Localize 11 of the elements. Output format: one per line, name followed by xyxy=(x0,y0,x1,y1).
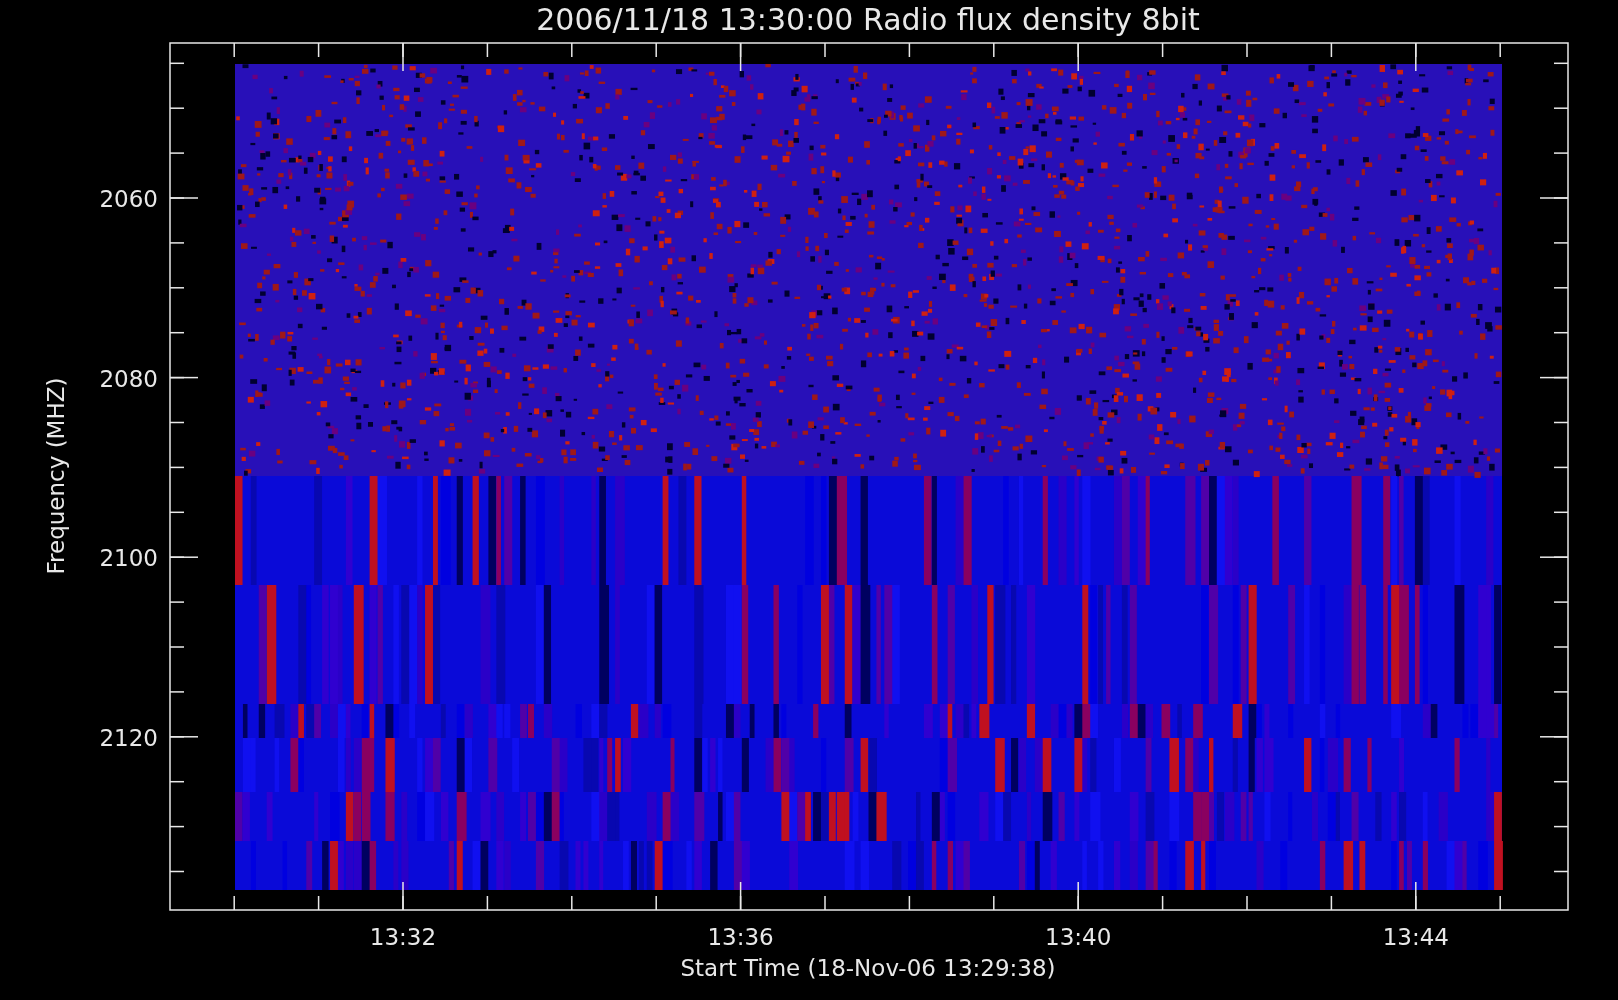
tick-label: 13:44 xyxy=(1382,924,1449,950)
tick-label: 2100 xyxy=(99,545,158,572)
tick-label: 2060 xyxy=(99,186,158,212)
axis-label: Frequency (MHZ) xyxy=(43,377,69,575)
tick-label: 2120 xyxy=(99,724,158,751)
tick-label: 2080 xyxy=(99,365,158,392)
chart-title: 2006/11/18 13:30:00 Radio flux density 8bit xyxy=(536,2,1200,37)
axis-label: Start Time (18-Nov-06 13:29:38) xyxy=(680,955,1056,981)
tick-label: 13:32 xyxy=(369,924,437,950)
tick-label: 13:40 xyxy=(1045,924,1112,950)
tick-label: 13:36 xyxy=(707,924,774,950)
